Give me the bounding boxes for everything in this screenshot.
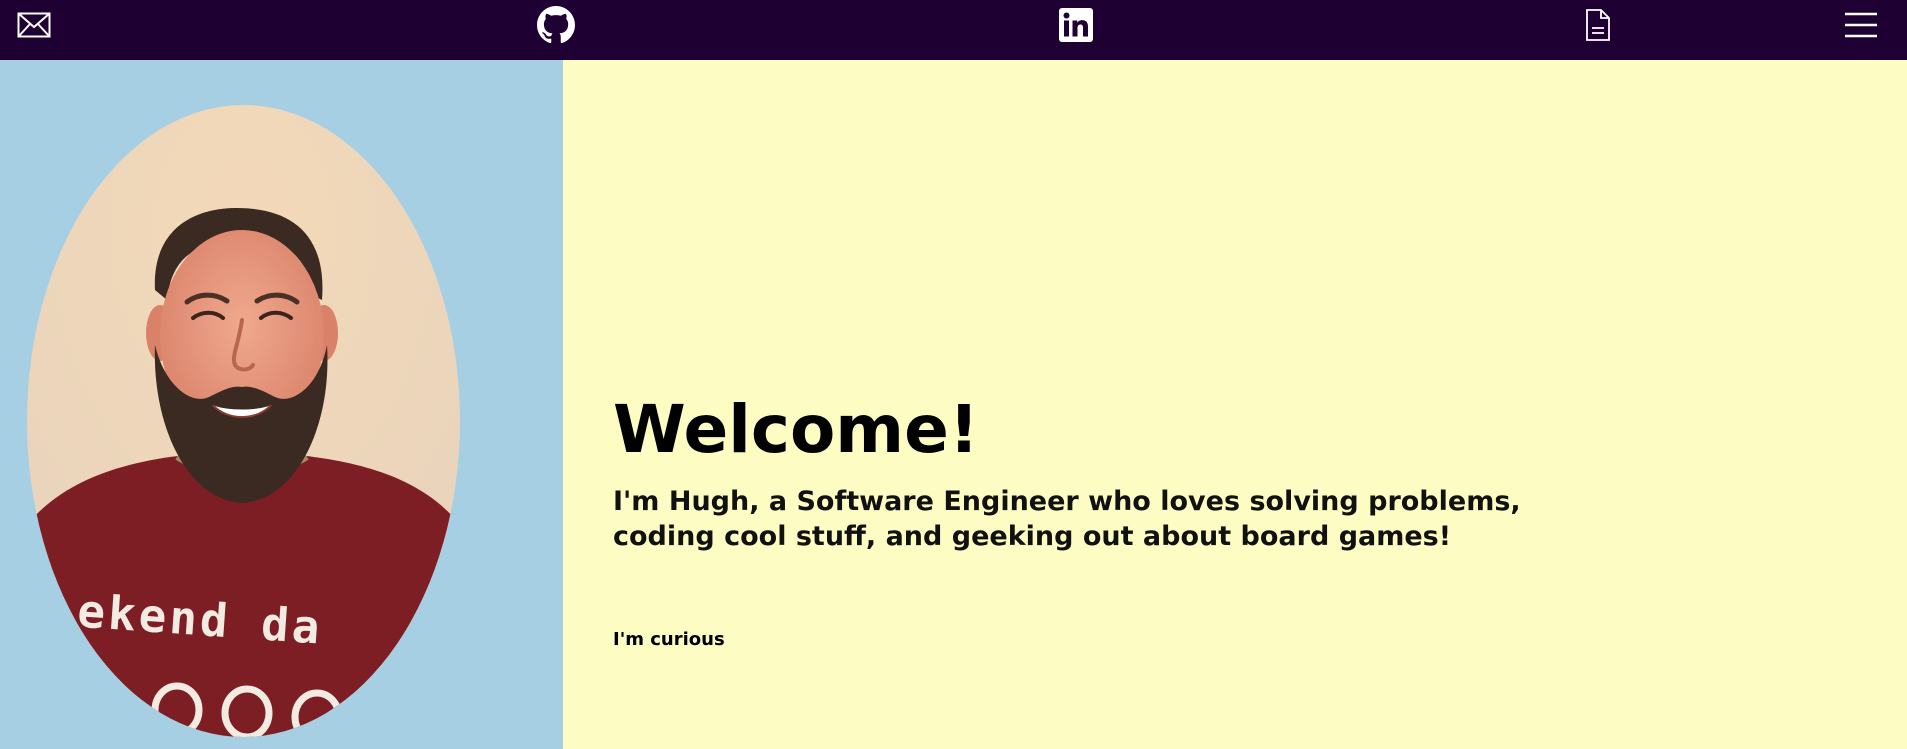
intro-line-1: I'm Hugh, a Software Engineer who loves …: [613, 486, 1521, 517]
intro-line-2: coding cool stuff, and geeking out about…: [613, 521, 1452, 552]
top-nav-bar: [0, 0, 1907, 60]
profile-panel: ekend da: [0, 60, 563, 749]
github-icon[interactable]: [536, 0, 576, 50]
profile-photo: ekend da: [27, 105, 460, 737]
linkedin-icon[interactable]: [1058, 0, 1094, 50]
welcome-heading: Welcome!: [613, 391, 979, 468]
envelope-icon[interactable]: [16, 0, 52, 50]
typed-trait-text: I'm curious: [613, 629, 725, 650]
document-icon[interactable]: [1583, 0, 1613, 50]
intro-text: I'm Hugh, a Software Engineer who loves …: [613, 484, 1533, 554]
hero-section: Welcome! I'm Hugh, a Software Engineer w…: [563, 60, 1907, 749]
hamburger-menu-icon[interactable]: [1842, 0, 1880, 50]
